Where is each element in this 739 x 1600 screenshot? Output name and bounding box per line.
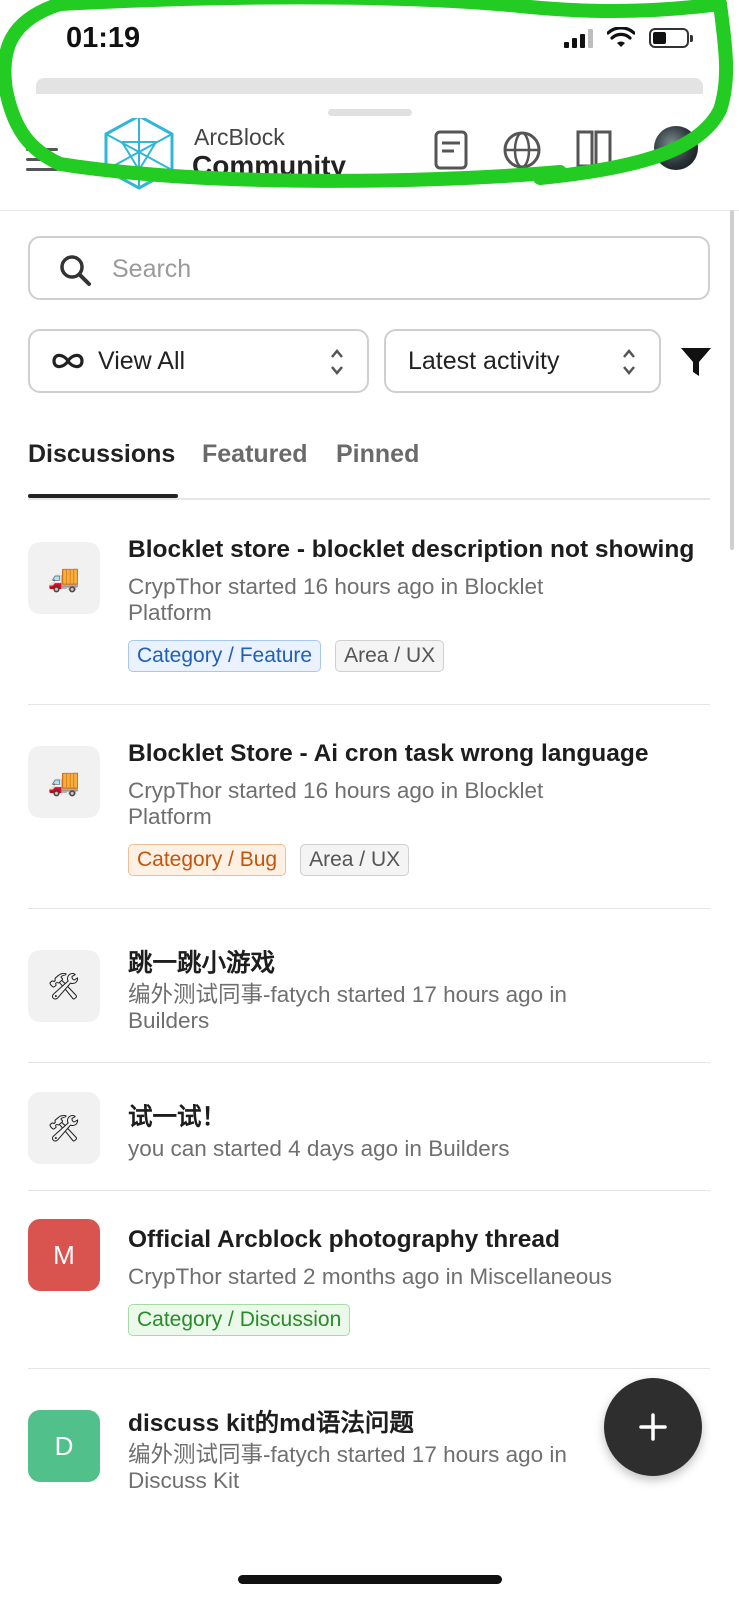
tab-pinned[interactable]: Pinned [336,440,419,469]
discussion-item[interactable]: 🚚 Blocklet store - blocklet description … [28,500,710,705]
discussion-item[interactable]: 🚚 Blocklet Store - Ai cron task wrong la… [28,704,710,909]
tag-area-ux[interactable]: Area / UX [300,844,410,876]
hammer-wrench-icon: 🛠 [28,1092,100,1164]
tag-category-feature[interactable]: Category / Feature [128,640,322,672]
chevron-updown-icon [623,349,635,375]
status-icons [564,27,693,49]
new-discussion-button[interactable] [604,1378,702,1476]
filter-icon[interactable] [680,346,712,378]
layout-icon[interactable] [576,130,612,170]
cellular-signal-icon [564,28,593,48]
sort-select[interactable]: Latest activity [384,329,661,393]
discussion-title[interactable]: Blocklet Store - Ai cron task wrong lang… [128,740,708,768]
brand-name: ArcBlock [194,124,285,150]
wifi-icon [607,27,635,47]
chevron-updown-icon [331,349,343,375]
status-bar: 01:19 [0,0,739,78]
truck-icon: 🚚 [28,542,100,614]
menu-icon[interactable] [26,148,58,178]
infinity-icon [52,353,84,369]
globe-icon[interactable] [502,130,542,170]
search-box[interactable] [28,236,710,300]
view-filter-value: View All [98,346,186,375]
discussion-item[interactable]: 🛠 试一试！ you can started 4 days ago in Bui… [28,1062,710,1191]
avatar-letter-d: D [28,1410,100,1482]
avatar-letter-m: M [28,1219,100,1291]
tab-featured[interactable]: Featured [202,440,308,469]
tag-area-ux[interactable]: Area / UX [335,640,445,672]
browser-url-bar[interactable] [36,78,703,94]
active-tab-indicator [28,494,178,498]
discussion-title[interactable]: 试一试！ [128,1098,708,1133]
plus-icon [639,1413,667,1441]
document-icon[interactable] [434,130,468,170]
discussion-meta: CrypThor started 2 months ago in Miscell… [128,1264,612,1289]
brand-subtitle: Community [192,150,346,181]
tab-discussions[interactable]: Discussions [28,440,175,469]
sheet-grabber[interactable] [328,109,412,116]
discussion-meta: you can started 4 days ago in Builders [128,1136,510,1161]
discussion-meta: CrypThor started 16 hours ago in Blockle… [128,574,544,625]
user-avatar[interactable] [654,126,698,170]
status-time: 01:19 [66,22,141,54]
home-indicator[interactable] [238,1575,502,1584]
discussion-meta: 编外测试同事-fatych started 17 hours ago in Bu… [128,982,567,1033]
arcblock-logo-icon[interactable] [102,118,176,192]
site-header: ArcBlock Community [0,118,739,211]
discussion-item[interactable]: M Official Arcblock photography thread C… [28,1190,710,1369]
sort-value: Latest activity [408,346,560,375]
hammer-wrench-icon: 🛠 [28,950,100,1022]
discussion-meta: CrypThor started 16 hours ago in Blockle… [128,778,544,829]
truck-icon: 🚚 [28,746,100,818]
discussion-meta: 编外测试同事-fatych started 17 hours ago in Di… [128,1442,567,1493]
search-input[interactable] [110,248,674,290]
discussion-item[interactable]: 🛠 跳一跳小游戏 编外测试同事-fatych started 17 hours … [28,908,710,1063]
discussion-title[interactable]: 跳一跳小游戏 [128,944,708,979]
search-icon [60,255,91,286]
discussion-tabs: Discussions Featured Pinned [28,440,710,500]
scrollbar[interactable] [730,210,734,550]
tag-category-discussion[interactable]: Category / Discussion [128,1304,351,1336]
discussion-title[interactable]: Official Arcblock photography thread [128,1226,708,1254]
view-filter-select[interactable]: View All [28,329,369,393]
tag-category-bug[interactable]: Category / Bug [128,844,287,876]
discussion-title[interactable]: Blocklet store - blocklet description no… [128,536,708,564]
battery-icon [649,28,693,48]
